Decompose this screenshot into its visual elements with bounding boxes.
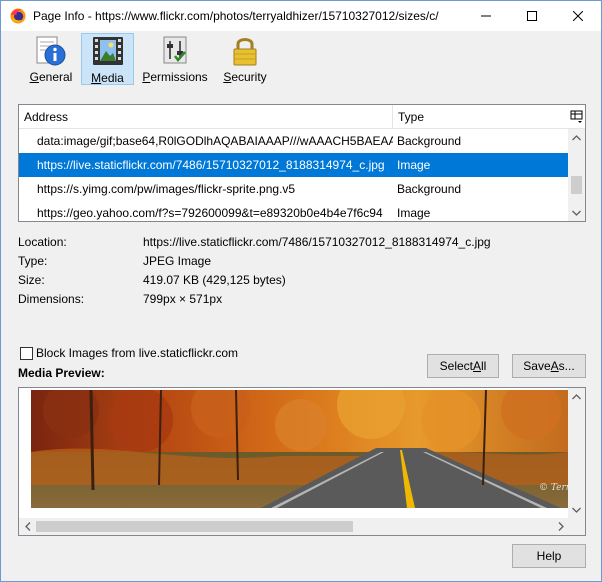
minimize-icon <box>481 15 491 17</box>
dimensions-row: Dimensions: 799px × 571px <box>18 290 588 309</box>
media-list[interactable]: Address Type data:image/gif;base64,R0lGO… <box>18 104 586 222</box>
save-as-button[interactable]: Save As... <box>512 354 586 378</box>
list-item[interactable]: https://geo.yahoo.com/f?s=792600099&t=e8… <box>19 201 569 221</box>
chevron-right-icon <box>558 522 564 531</box>
list-header: Address Type <box>19 105 585 129</box>
maximize-button[interactable] <box>509 1 555 31</box>
size-value: 419.07 KB (429,125 bytes) <box>143 273 286 287</box>
block-images-option[interactable]: Block Images from live.staticflickr.com <box>20 345 238 361</box>
list-item-selected[interactable]: https://live.staticflickr.com/7486/15710… <box>19 153 569 177</box>
location-label: Location: <box>18 235 67 249</box>
list-item-address: https://s.yimg.com/pw/images/flickr-spri… <box>37 182 296 196</box>
column-picker-icon[interactable] <box>570 109 584 125</box>
firefox-icon <box>10 8 26 24</box>
scroll-thumb[interactable] <box>571 176 582 194</box>
media-info: Location: https://live.staticflickr.com/… <box>18 233 588 309</box>
media-preview-label: Media Preview: <box>18 366 105 380</box>
preview-image: © Terry <box>31 390 568 508</box>
tab-media[interactable]: Media <box>81 33 134 85</box>
preview-horizontal-scrollbar[interactable] <box>19 518 569 535</box>
permissions-sliders-icon <box>163 36 187 64</box>
list-item-address: data:image/gif;base64,R0lGODlhAQABAIAAAP… <box>37 134 393 148</box>
type-value: JPEG Image <box>143 254 212 268</box>
column-header-address[interactable]: Address <box>19 105 393 129</box>
tab-security[interactable]: Security <box>218 33 272 85</box>
save-as-label: Save <box>523 359 551 373</box>
preview-scroll-right-arrow[interactable] <box>552 518 569 535</box>
list-item-address: https://live.staticflickr.com/7486/15710… <box>37 158 385 172</box>
chevron-down-icon <box>572 507 581 513</box>
save-as-accesskey: A <box>550 359 559 373</box>
preview-scroll-up-arrow[interactable] <box>568 388 585 405</box>
close-button[interactable] <box>555 1 601 31</box>
preview-scroll-thumb[interactable] <box>36 521 353 532</box>
list-item-type: Image <box>397 206 431 220</box>
preview-scroll-left-arrow[interactable] <box>19 518 36 535</box>
minimize-button[interactable] <box>463 1 509 31</box>
size-label: Size: <box>18 273 45 287</box>
scrollbar-corner <box>568 518 585 535</box>
size-row: Size: 419.07 KB (429,125 bytes) <box>18 271 588 290</box>
info-icon <box>36 36 66 66</box>
dimensions-value: 799px × 571px <box>143 292 223 306</box>
scroll-down-arrow[interactable] <box>568 204 585 221</box>
title-bar: Page Info - https://www.flickr.com/photo… <box>1 1 601 31</box>
chevron-left-icon <box>24 522 30 531</box>
tab-toolbar: General Media Permissions Security <box>1 31 601 87</box>
save-as-label-end: s... <box>558 359 575 373</box>
tab-permissions[interactable]: Permissions <box>138 33 212 85</box>
close-icon <box>573 11 583 21</box>
preview-scroll-down-arrow[interactable] <box>568 501 585 518</box>
list-item-type: Background <box>397 134 462 148</box>
media-preview: © Terry <box>18 387 586 536</box>
dimensions-label: Dimensions: <box>18 292 85 306</box>
list-item[interactable]: https://s.yimg.com/pw/images/flickr-spri… <box>19 177 569 201</box>
list-item-type: Background <box>397 182 462 196</box>
type-row: Type: JPEG Image <box>18 252 588 271</box>
padlock-icon <box>233 38 257 66</box>
tab-media-label: Media <box>91 71 124 85</box>
select-all-accesskey: A <box>473 359 482 373</box>
list-item[interactable]: data:image/gif;base64,R0lGODlhAQABAIAAAP… <box>19 129 569 153</box>
watermark-text: © Terry <box>539 483 568 493</box>
list-item-type: Image <box>397 158 431 172</box>
tab-security-label: Security <box>223 70 267 84</box>
select-all-label: Select <box>439 359 473 373</box>
block-images-checkbox[interactable] <box>20 346 33 360</box>
help-button[interactable]: Help <box>512 544 586 568</box>
scroll-up-arrow[interactable] <box>568 129 585 146</box>
tab-general-label: General <box>29 70 73 84</box>
select-all-label-end: ll <box>481 359 487 373</box>
tab-permissions-label: Permissions <box>142 70 208 84</box>
list-vertical-scrollbar[interactable] <box>568 129 585 221</box>
window-title: Page Info - https://www.flickr.com/photo… <box>33 9 439 23</box>
location-value: https://live.staticflickr.com/7486/15710… <box>143 235 491 249</box>
maximize-icon <box>527 11 537 21</box>
chevron-up-icon <box>572 134 581 140</box>
column-header-type[interactable]: Type <box>393 105 569 129</box>
chevron-down-icon <box>572 210 581 216</box>
select-all-button[interactable]: Select All <box>427 354 499 378</box>
chevron-up-icon <box>572 393 581 399</box>
block-images-label: Block Images from live.staticflickr.com <box>36 346 239 360</box>
type-label: Type: <box>18 254 48 268</box>
location-row: Location: https://live.staticflickr.com/… <box>18 233 588 252</box>
list-item-address: https://geo.yahoo.com/f?s=792600099&t=e8… <box>37 206 383 220</box>
page-info-window: Page Info - https://www.flickr.com/photo… <box>0 0 602 582</box>
autumn-road-image: © Terry <box>31 390 568 508</box>
media-film-icon <box>92 37 123 65</box>
preview-vertical-scrollbar[interactable] <box>568 388 585 518</box>
tab-general[interactable]: General <box>24 33 78 85</box>
